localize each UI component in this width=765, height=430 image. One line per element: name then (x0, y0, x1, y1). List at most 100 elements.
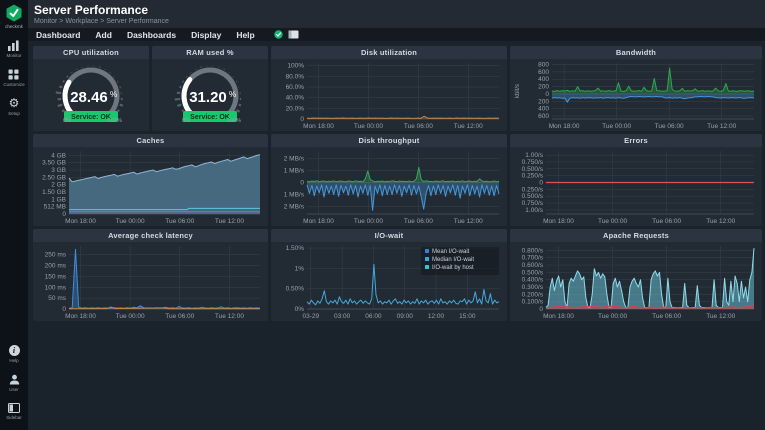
svg-text:512 MB: 512 MB (44, 204, 66, 211)
gauge-histogram-bar (180, 87, 182, 88)
gauge-histogram-bar (58, 105, 63, 106)
sidebar-item-label: User (9, 387, 19, 392)
svg-text:06:00: 06:00 (365, 313, 382, 320)
cpu-gauge: 28.46%Service: OK0%100% (33, 59, 149, 131)
menubar-icons (274, 30, 299, 39)
menu-item-dashboard[interactable]: Dashboard (36, 30, 80, 40)
svg-text:60.0%: 60.0% (286, 84, 305, 91)
svg-text:1 GB: 1 GB (51, 196, 66, 203)
panel-title: Errors (510, 134, 762, 147)
svg-text:40.0%: 40.0% (286, 95, 305, 102)
gauge-min-label: 0% (63, 118, 71, 124)
panel-apache-requests: Apache Requests Mon 18:00Tue 00:00Tue 06… (510, 229, 762, 321)
svg-text:200: 200 (538, 84, 549, 91)
svg-text:Tue 06:00: Tue 06:00 (165, 313, 194, 320)
svg-text:100 ms: 100 ms (45, 284, 67, 291)
gauge-histogram-bar (59, 86, 62, 87)
svg-text:0.100/s: 0.100/s (522, 299, 544, 306)
svg-text:Tue 06:00: Tue 06:00 (652, 218, 681, 225)
sidebar-item-customize[interactable]: Customize (3, 69, 24, 87)
chart-svg: Mon 18:00Tue 00:00Tue 06:00Tue 12:00250 … (33, 242, 268, 321)
svg-text:Mean I/O-wait: Mean I/O-wait (432, 249, 470, 255)
svg-text:2 MB/s: 2 MB/s (284, 155, 305, 162)
breadcrumb: Monitor > Workplace > Server Performance (34, 18, 169, 25)
panel-title: I/O-wait (271, 229, 507, 242)
gauge-histogram-bar (63, 81, 65, 82)
svg-text:50 ms: 50 ms (48, 295, 66, 302)
svg-text:I/O-wait by host: I/O-wait by host (432, 265, 474, 271)
svg-text:1 MB/s: 1 MB/s (284, 167, 305, 174)
panel-disk-throughput: Disk throughput Mon 18:00Tue 00:00Tue 06… (271, 134, 507, 226)
svg-text:Mon 18:00: Mon 18:00 (65, 313, 96, 320)
sidebar-item-label: Customize (3, 82, 24, 87)
svg-text:Tue 00:00: Tue 00:00 (598, 313, 627, 320)
chart-svg: Mon 18:00Tue 00:00Tue 06:00Tue 12:008006… (510, 59, 762, 131)
menu-item-display[interactable]: Display (191, 30, 221, 40)
service-status-label: Service: OK (190, 114, 230, 121)
svg-text:0.200/s: 0.200/s (522, 291, 544, 298)
panel-title: RAM used % (152, 46, 268, 59)
sidebar-item-user[interactable]: User (9, 374, 20, 392)
sidebar-item-setup[interactable]: ⚙ Setup (8, 98, 20, 116)
svg-text:2.50 GB: 2.50 GB (42, 174, 66, 181)
gauge-histogram-bar (182, 81, 183, 82)
sidebar-panel-icon (8, 403, 20, 413)
apache-requests-chart: Mon 18:00Tue 00:00Tue 06:00Tue 12:000.80… (510, 242, 762, 321)
gauge-histogram-bar (117, 110, 119, 111)
sidebar-item-help[interactable]: i Help (9, 345, 20, 363)
sidebar-item-sidebar-toggle[interactable]: Sidebar (6, 403, 22, 420)
gauge-histogram-bar (62, 110, 64, 111)
monitor-icon (7, 40, 20, 51)
gauge-histogram-bar (56, 93, 61, 94)
gear-icon: ⚙ (9, 98, 20, 109)
errors-chart: Mon 18:00Tue 00:00Tue 06:00Tue 12:001.00… (510, 147, 762, 226)
status-ok-icon[interactable] (274, 30, 283, 39)
gauge-histogram-bar (67, 76, 68, 77)
svg-text:kbit/s: kbit/s (515, 84, 521, 98)
svg-text:20.0%: 20.0% (286, 105, 305, 112)
menu-item-dashboards[interactable]: Dashboards (127, 30, 176, 40)
svg-text:Tue 06:00: Tue 06:00 (652, 313, 681, 320)
svg-text:80.0%: 80.0% (286, 73, 305, 80)
svg-text:12:00: 12:00 (428, 313, 445, 320)
gauge-svg: 31.20%Service: OK0%100% (152, 59, 268, 131)
svg-text:0.300/s: 0.300/s (522, 284, 544, 291)
disk-throughput-chart: Mon 18:00Tue 00:00Tue 06:00Tue 12:002 MB… (271, 147, 507, 226)
ram-gauge: 31.20%Service: OK0%100% (152, 59, 268, 131)
checkmk-logo[interactable]: checkmk (5, 4, 23, 29)
svg-text:400: 400 (538, 106, 549, 113)
svg-text:03-29: 03-29 (303, 313, 320, 320)
gauge-value: 31.20 (189, 89, 227, 106)
sidebar-item-label: Help (9, 358, 18, 363)
caches-chart: Mon 18:00Tue 00:00Tue 06:00Tue 12:004 GB… (33, 147, 268, 226)
menu-item-add[interactable]: Add (95, 30, 112, 40)
gauge-svg: 28.46%Service: OK0%100% (33, 59, 149, 131)
panel-title: Caches (33, 134, 268, 147)
sidebar-toggle-icon[interactable] (288, 30, 299, 39)
app-root: checkmk Monitor Customize ⚙ Setup (0, 0, 765, 430)
gauge-histogram-bar (182, 110, 184, 111)
svg-text:Median I/O-wait: Median I/O-wait (432, 257, 474, 263)
chart-svg: 03-2903:0006:0009:0012:0015:001.50%1%0.5… (271, 242, 507, 321)
sidebar-item-monitor[interactable]: Monitor (6, 40, 21, 58)
svg-text:Mon 18:00: Mon 18:00 (303, 218, 334, 225)
svg-text:0: 0 (62, 306, 66, 313)
svg-text:Tue 06:00: Tue 06:00 (165, 218, 194, 225)
menu-item-help[interactable]: Help (236, 30, 254, 40)
svg-text:Tue 00:00: Tue 00:00 (116, 313, 145, 320)
svg-text:0.700/s: 0.700/s (522, 255, 544, 262)
checkmk-logo-icon (5, 4, 23, 22)
svg-text:Tue 06:00: Tue 06:00 (655, 123, 684, 130)
gauge-histogram-bar (120, 105, 123, 106)
gauge-value: 28.46 (70, 89, 108, 106)
gauge-max-label: 100% (227, 118, 241, 124)
chart-svg: Mon 18:00Tue 00:00Tue 06:00Tue 12:002 MB… (271, 147, 507, 226)
svg-text:0: 0 (539, 306, 543, 313)
svg-text:3 GB: 3 GB (51, 167, 66, 174)
svg-text:Tue 12:00: Tue 12:00 (706, 218, 735, 225)
svg-text:0.800/s: 0.800/s (522, 247, 544, 254)
svg-text:Mon 18:00: Mon 18:00 (543, 218, 574, 225)
menubar: Dashboard Add Dashboards Display Help (28, 28, 765, 41)
chart-svg: Mon 18:00Tue 00:00Tue 06:00Tue 12:001.00… (510, 147, 762, 226)
panel-average-check-latency: Average check latency Mon 18:00Tue 00:00… (33, 229, 268, 321)
